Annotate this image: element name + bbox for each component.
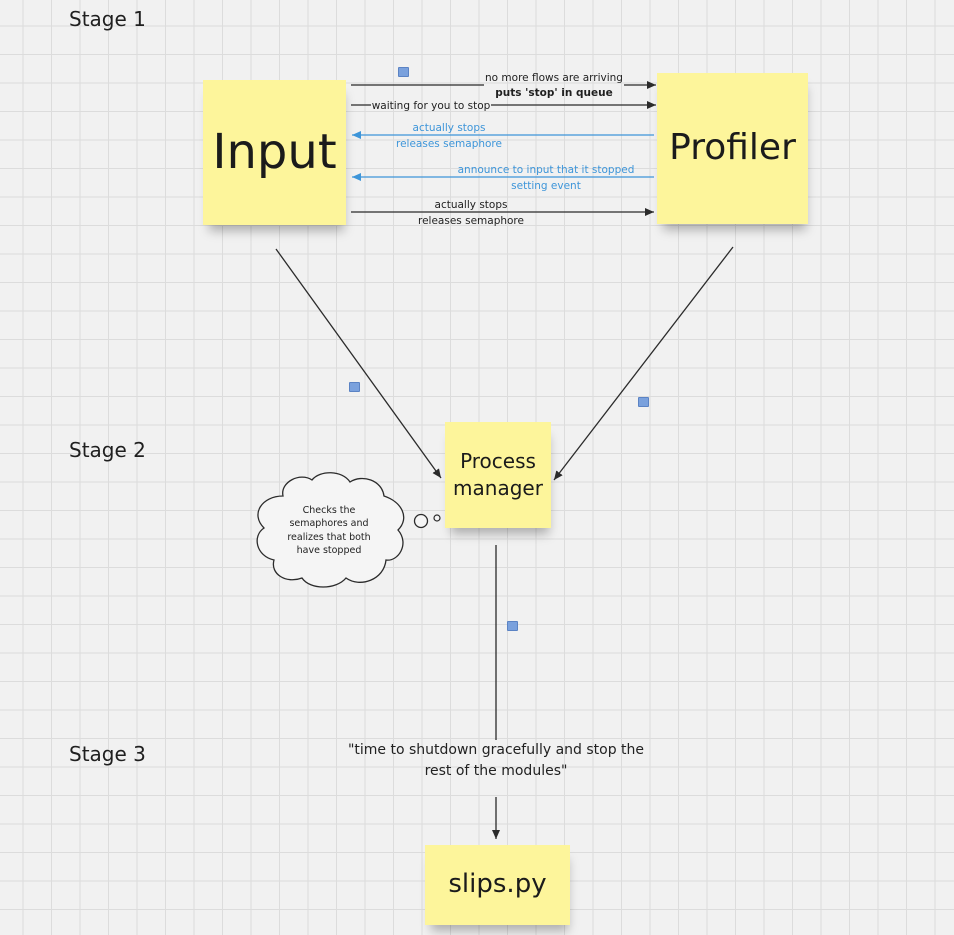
quote-line-2: rest of the modules" — [424, 763, 568, 779]
thought-line-3: realizes that both — [287, 531, 371, 543]
connector-layer: no more flows are arriving puts 'stop' i… — [256, 72, 734, 839]
thought-line-2: semaphores and — [289, 518, 369, 530]
arrow-input-to-process-manager[interactable] — [275, 248, 442, 479]
shutdown-quote: "time to shutdown gracefully and stop th… — [336, 740, 656, 782]
arrow-label-announce: announce to input that it stopped — [458, 164, 635, 176]
thought-line-1: Checks the — [302, 505, 356, 516]
step-badge-2-right — [638, 397, 649, 407]
arrow-label-profiler-actually-stops: actually stops — [413, 122, 486, 134]
arrow-label-waiting: waiting for you to stop — [372, 100, 491, 112]
quote-line-1: "time to shutdown gracefully and stop th… — [347, 742, 645, 758]
step-badge-1 — [398, 67, 409, 77]
arrow-label-profiler-releases: releases semaphore — [396, 138, 502, 150]
thought-line-4: have stopped — [296, 544, 362, 556]
thought-bubble-small — [433, 514, 441, 522]
arrow-label-input-actually-stops: actually stops — [435, 199, 508, 211]
arrow-label-input-releases: releases semaphore — [418, 215, 524, 227]
arrow-profiler-to-process-manager[interactable] — [553, 246, 734, 481]
step-badge-3 — [507, 621, 518, 631]
step-badge-2-left — [349, 382, 360, 392]
arrow-label-setting-event: setting event — [511, 180, 581, 192]
arrow-label-puts-stop: puts 'stop' in queue — [495, 87, 612, 99]
thought-bubble-large — [413, 513, 429, 529]
thought-cloud-text: Checks the semaphores and realizes that … — [276, 504, 382, 557]
arrow-label-no-more-flows: no more flows are arriving — [485, 72, 623, 84]
